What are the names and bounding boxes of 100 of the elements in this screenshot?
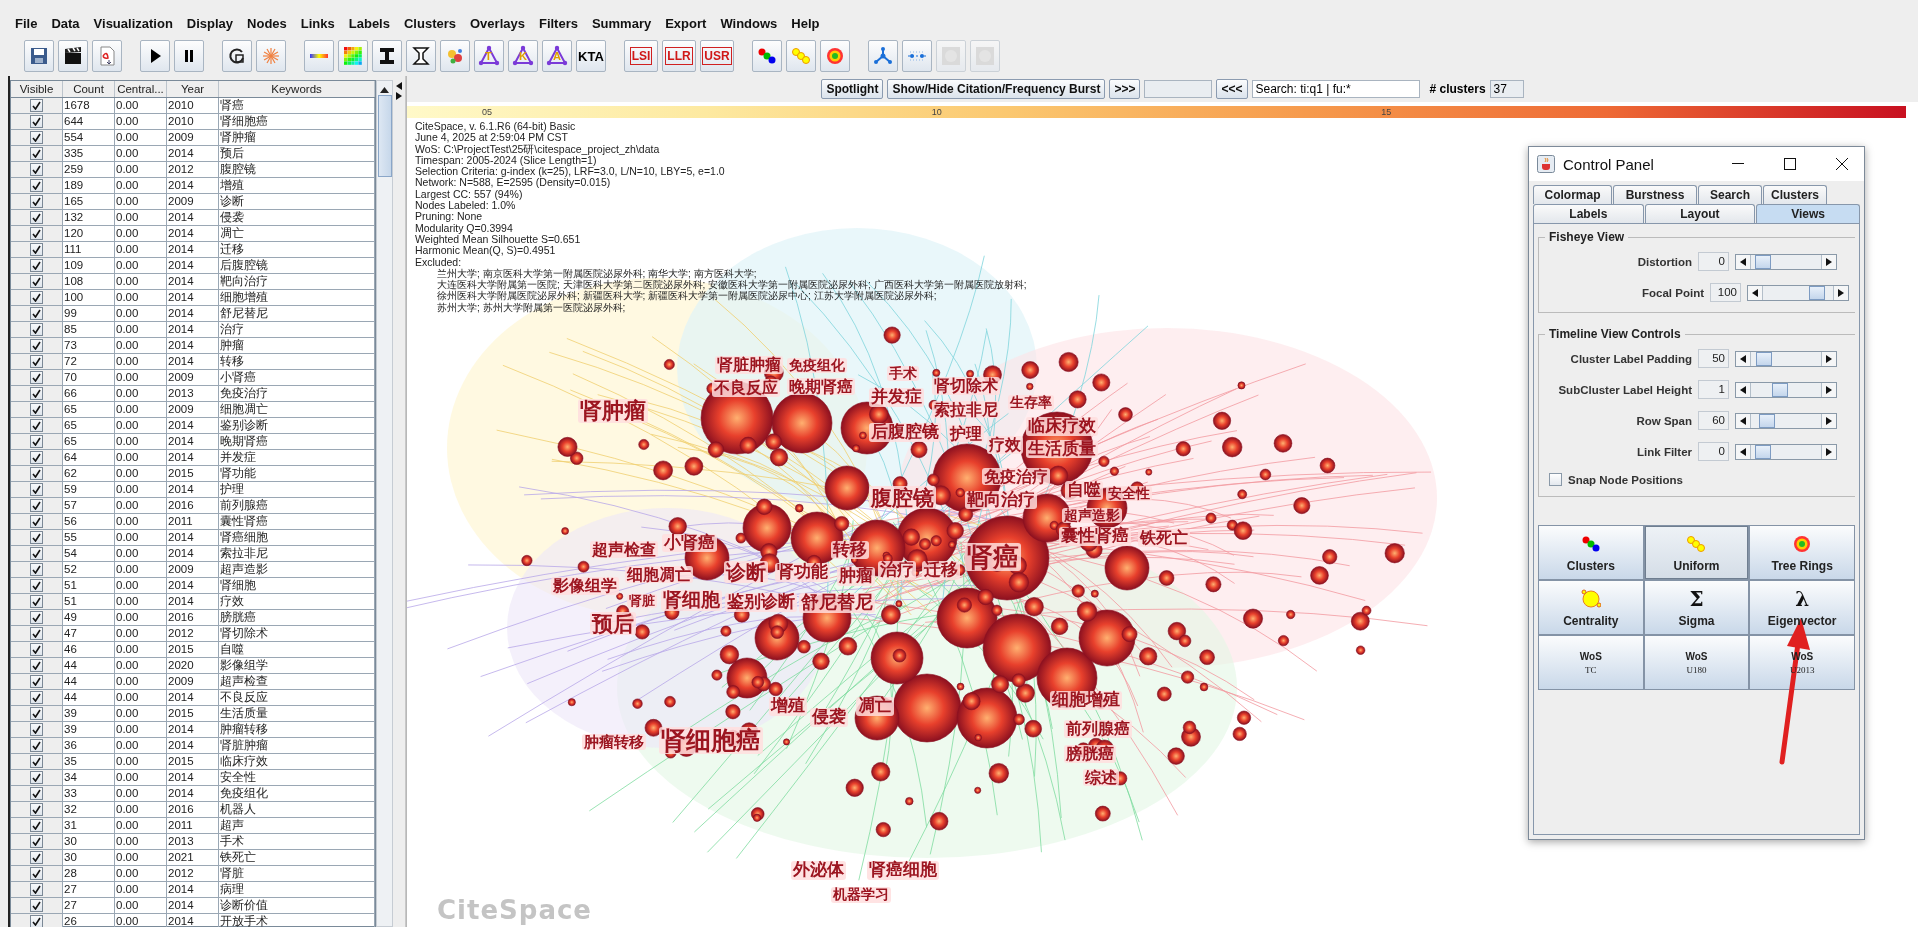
view-mode-button[interactable]: Uniform (1643, 525, 1750, 580)
slider[interactable] (1735, 253, 1837, 270)
toolbar-button[interactable]: KTA (576, 40, 606, 72)
scroll-left-button[interactable] (1736, 413, 1750, 428)
slider[interactable] (1747, 284, 1849, 301)
checkbox[interactable] (1549, 473, 1562, 486)
checkbox[interactable] (30, 867, 43, 880)
slider[interactable] (1735, 381, 1837, 398)
scroll-thumb[interactable] (377, 95, 392, 177)
slider[interactable] (1735, 350, 1837, 367)
checkbox[interactable] (30, 771, 43, 784)
checkbox[interactable] (30, 627, 43, 640)
slider-thumb[interactable] (1771, 382, 1788, 397)
checkbox[interactable] (30, 915, 43, 927)
previous-button[interactable]: <<< (1216, 79, 1248, 99)
checkbox[interactable] (30, 307, 43, 320)
scroll-left-button[interactable] (1736, 382, 1750, 397)
scroll-right-button[interactable] (1822, 413, 1836, 428)
value-field[interactable]: 0 (1698, 442, 1729, 461)
checkbox[interactable] (30, 739, 43, 752)
menu-item[interactable]: Data (44, 15, 87, 31)
checkbox[interactable] (30, 723, 43, 736)
checkbox[interactable] (30, 787, 43, 800)
tab[interactable]: Clusters (1763, 185, 1827, 204)
tab[interactable]: Colormap (1533, 185, 1612, 204)
checkbox[interactable] (30, 227, 43, 240)
menu-item[interactable]: Labels (341, 15, 397, 31)
toolbar-button[interactable] (222, 40, 252, 72)
tab[interactable]: Search (1698, 185, 1762, 204)
checkbox[interactable] (30, 387, 43, 400)
menu-item[interactable]: Nodes (240, 15, 294, 31)
slider[interactable] (1735, 443, 1837, 460)
column-header[interactable]: Central... (115, 81, 167, 97)
checkbox[interactable] (30, 611, 43, 624)
view-mode-button[interactable]: Tree Rings (1749, 525, 1855, 580)
toolbar-button[interactable]: LSI (624, 40, 658, 72)
scroll-right-button[interactable] (1822, 254, 1836, 269)
checkbox[interactable] (30, 483, 43, 496)
checkbox[interactable] (30, 435, 43, 448)
slider-thumb[interactable] (1755, 254, 1772, 269)
checkbox[interactable] (30, 211, 43, 224)
checkbox[interactable] (30, 595, 43, 608)
scroll-left-button[interactable] (1748, 285, 1762, 300)
checkbox[interactable] (30, 515, 43, 528)
spotlight-button[interactable]: Spotlight (821, 79, 884, 99)
checkbox[interactable] (30, 883, 43, 896)
checkbox[interactable] (30, 419, 43, 432)
checkbox[interactable] (30, 835, 43, 848)
scroll-left-button[interactable] (1736, 444, 1750, 459)
checkbox[interactable] (30, 147, 43, 160)
search-field[interactable]: Search: ti:q1 | fu:* (1251, 80, 1420, 98)
checkbox[interactable] (30, 755, 43, 768)
checkbox[interactable] (30, 851, 43, 864)
checkbox[interactable] (30, 659, 43, 672)
column-header[interactable]: Visible (11, 81, 63, 97)
menu-item[interactable]: Overlays (463, 15, 532, 31)
checkbox[interactable] (30, 131, 43, 144)
slider-thumb[interactable] (1756, 351, 1773, 366)
column-header[interactable]: Year (167, 81, 219, 97)
checkbox[interactable] (30, 371, 43, 384)
value-field[interactable]: 100 (1710, 283, 1741, 302)
tab[interactable]: Layout (1644, 204, 1756, 223)
checkbox[interactable] (30, 291, 43, 304)
toolbar-button[interactable] (174, 40, 204, 72)
clusters-count-field[interactable]: 37 (1489, 80, 1524, 98)
slider-thumb[interactable] (1808, 285, 1825, 300)
scroll-left-button[interactable] (1736, 351, 1750, 366)
checkbox[interactable] (30, 643, 43, 656)
menu-item[interactable]: File (8, 15, 45, 31)
view-mode-button[interactable]: λ Eigenvector (1749, 580, 1855, 635)
menu-item[interactable]: Visualization (86, 15, 180, 31)
tab[interactable]: Labels (1533, 204, 1644, 223)
menu-item[interactable]: Summary (584, 15, 659, 31)
checkbox[interactable] (30, 547, 43, 560)
toolbar-button[interactable] (752, 40, 782, 72)
toolbar-button[interactable] (140, 40, 170, 72)
checkbox[interactable] (30, 195, 43, 208)
checkbox[interactable] (30, 691, 43, 704)
checkbox[interactable] (30, 339, 43, 352)
menu-item[interactable]: Help (784, 15, 827, 31)
menu-item[interactable]: Filters (531, 15, 585, 31)
scrollbar[interactable] (376, 80, 393, 927)
next-button[interactable]: >>> (1109, 79, 1141, 99)
burst-toggle-button[interactable]: Show/Hide Citation/Frequency Burst (887, 79, 1106, 99)
value-field[interactable]: 0 (1698, 252, 1729, 271)
menu-item[interactable]: Export (658, 15, 714, 31)
slider-thumb[interactable] (1755, 444, 1772, 459)
value-field[interactable]: 60 (1698, 411, 1729, 430)
view-mode-button[interactable]: Centrality (1538, 580, 1644, 635)
menu-item[interactable]: Display (179, 15, 241, 31)
checkbox[interactable] (30, 163, 43, 176)
column-header[interactable]: Count (63, 81, 115, 97)
checkbox[interactable] (30, 803, 43, 816)
value-field[interactable]: 50 (1698, 349, 1729, 368)
menu-item[interactable]: Links (293, 15, 342, 31)
tab[interactable]: Burstness (1613, 185, 1697, 204)
checkbox[interactable] (30, 259, 43, 272)
text-field[interactable] (1144, 80, 1213, 98)
checkbox[interactable] (30, 499, 43, 512)
toolbar-button[interactable]: LLR (662, 40, 696, 72)
